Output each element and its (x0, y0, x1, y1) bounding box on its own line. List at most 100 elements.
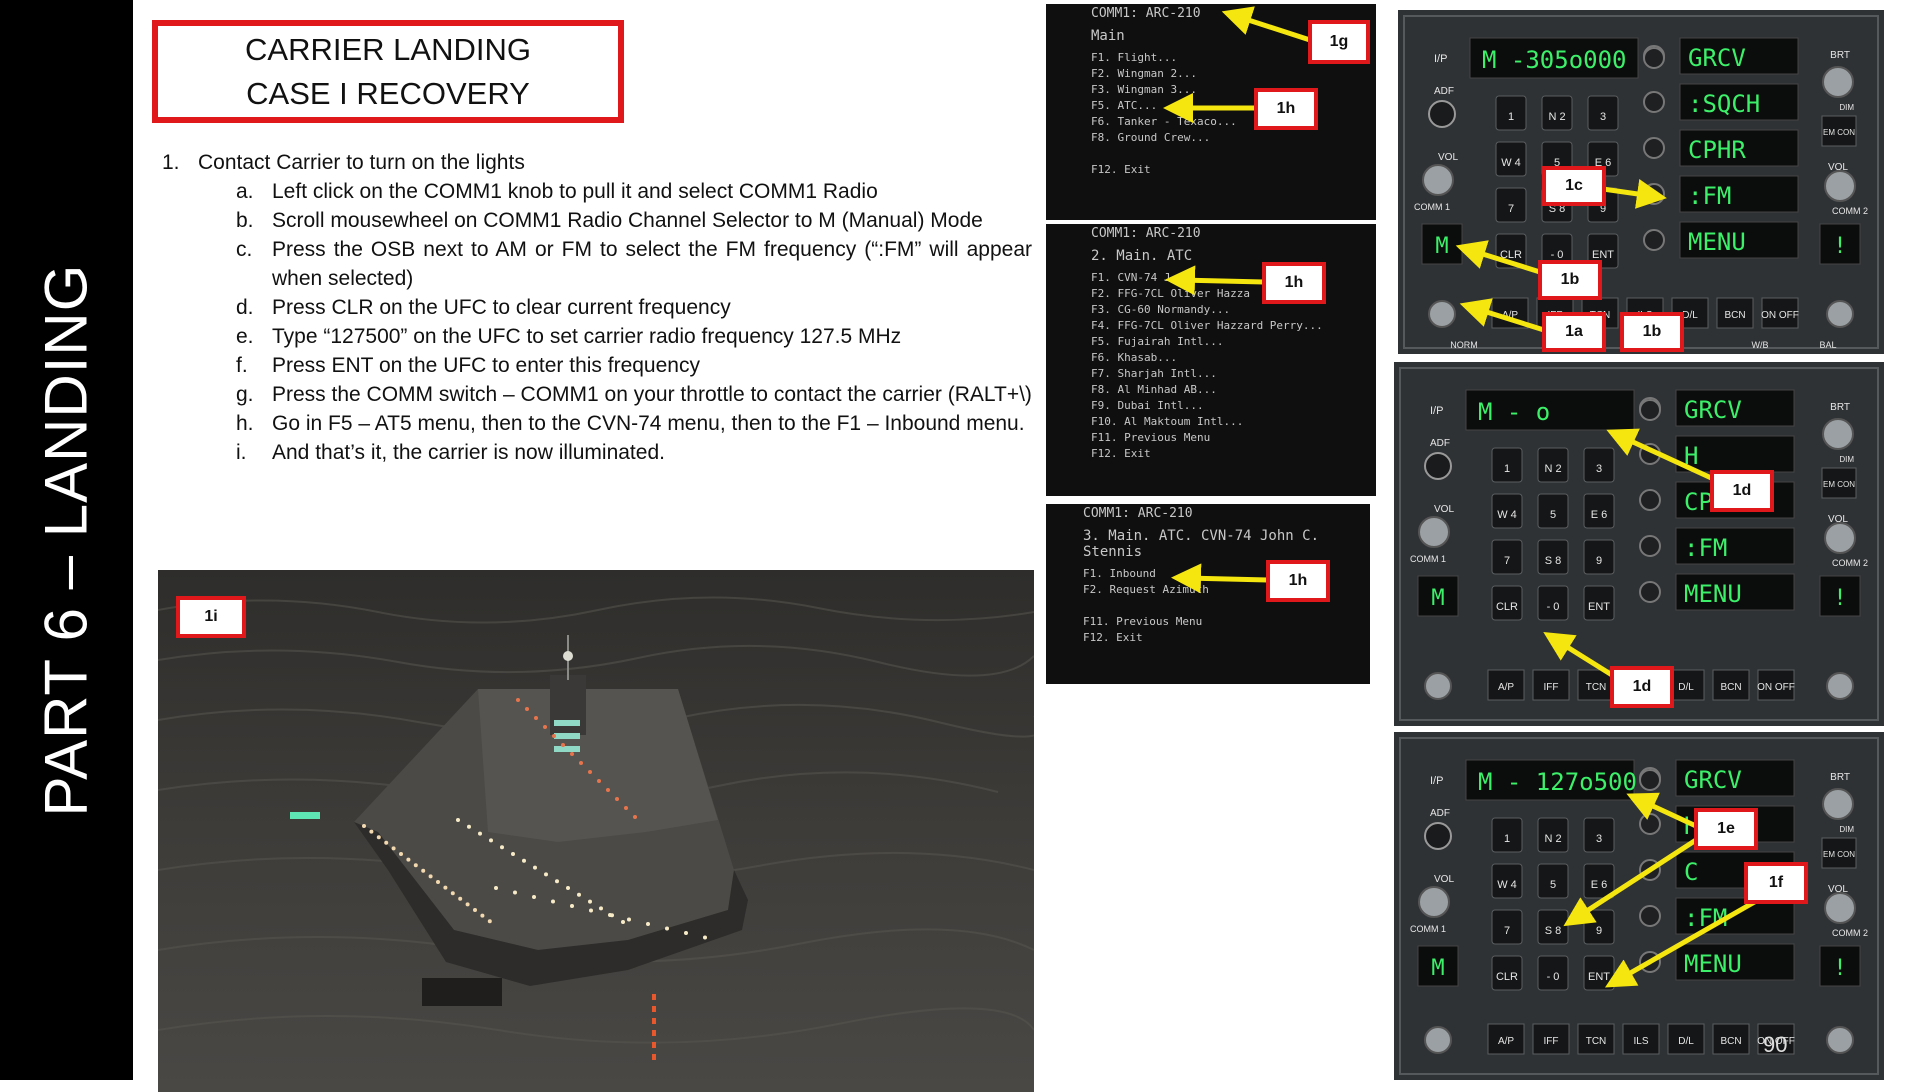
comm2-channel-text: ! (1833, 234, 1846, 259)
option-select-button[interactable] (1639, 859, 1661, 881)
keypad-key-label: 1 (1504, 833, 1510, 845)
option-select-button[interactable] (1639, 581, 1661, 603)
option-select-button[interactable] (1643, 229, 1665, 251)
substep-list: a. Left click on the COMM1 knob to pull i… (236, 177, 1032, 467)
option-select-button[interactable] (1639, 489, 1661, 511)
substep-letter: d. (236, 296, 254, 319)
keypad-key-label: - 0 (1547, 601, 1560, 613)
keypad-key-label: CLR (1500, 249, 1522, 261)
brightness-knob[interactable] (1822, 418, 1854, 450)
option-select-button[interactable] (1643, 183, 1665, 205)
title-line-1: CARRIER LANDING (245, 31, 531, 67)
callout-1f: 1f (1744, 862, 1808, 904)
option-select-button[interactable] (1639, 951, 1661, 973)
callout-1h-main: 1h (1254, 88, 1318, 130)
comm-menu-items: F1. CVN-74 J F2. FFG-7CL Oliver Hazza F3. … (1091, 270, 1376, 462)
comm1-label: COMM 1 (1410, 924, 1446, 934)
option-select-button[interactable] (1639, 905, 1661, 927)
deck-light-edge (413, 863, 418, 868)
comm2-channel-knob[interactable] (1826, 300, 1854, 328)
deck-light-red (588, 770, 592, 774)
substep-5: f. Press ENT on the UFC to enter this fre… (236, 351, 1032, 380)
substep-text: Scroll mousewheel on COMM1 Radio Channel… (272, 209, 983, 232)
title-line-2: CASE I RECOVERY (246, 75, 530, 111)
ip-label: I/P (1434, 53, 1447, 65)
comm1-channel-knob[interactable] (1424, 1026, 1452, 1054)
comm2-label: COMM 2 (1832, 558, 1868, 568)
deck-light-stern (627, 917, 631, 922)
callout-1b-left: 1b (1538, 260, 1602, 300)
ip-label: I/P (1430, 405, 1443, 417)
deck-light-stern (513, 890, 517, 895)
deck-light-edge (458, 896, 463, 901)
option-text-2: C (1684, 858, 1698, 886)
keypad-key-label: E 6 (1591, 509, 1608, 521)
function-button-label: BCN (1720, 1036, 1741, 1047)
scratchpad-text: M - 127o500 (1478, 768, 1637, 796)
deck-light-stern (570, 904, 574, 908)
deck-light-centerline (599, 906, 603, 911)
deck-light-stern (665, 926, 669, 931)
ufc-panel-3-svg: M - 127o500 GRCVHC:FMMENU1 N 2 3W 45E 67 S 8… (1394, 732, 1884, 1080)
option-select-button[interactable] (1639, 813, 1661, 835)
adf-switch[interactable] (1428, 100, 1456, 128)
step-number: 1. (162, 151, 180, 174)
comm2-channel-knob[interactable] (1826, 672, 1854, 700)
keypad-key-label: CLR (1496, 601, 1518, 613)
option-select-button[interactable] (1639, 535, 1661, 557)
deck-light-edge (406, 857, 411, 862)
comm-menu-item: F2. FFG-7CL Oliver Hazza (1091, 287, 1250, 300)
option-text-3: :FM (1684, 534, 1727, 562)
comm1-channel-knob[interactable] (1424, 672, 1452, 700)
comm-menu-item: F7. Sharjah Intl... (1091, 367, 1217, 380)
keypad-key-label: - 0 (1547, 971, 1560, 983)
deck-light-edge (436, 880, 440, 884)
deck-light-stern (532, 895, 536, 899)
comm1-volume-knob[interactable] (1418, 516, 1450, 548)
emcon-label: EM CON (1823, 480, 1855, 489)
adf-switch[interactable] (1424, 452, 1452, 480)
comm-menu-item: F4. FFG-7CL Oliver Hazzard Perry... (1091, 319, 1323, 332)
ip-button[interactable] (1639, 399, 1661, 421)
ip-button[interactable] (1639, 769, 1661, 791)
callout-1a: 1a (1542, 312, 1606, 352)
option-select-button[interactable] (1639, 443, 1661, 465)
callout-1i: 1i (176, 596, 246, 638)
keypad-key-label: S 8 (1545, 925, 1562, 937)
callout-1c: 1c (1542, 166, 1606, 206)
adf-switch[interactable] (1424, 822, 1452, 850)
function-button-label: TCN (1586, 682, 1607, 693)
comm-menu-header: COMM1: ARC-210 (1091, 226, 1201, 241)
comm1-channel-knob[interactable] (1428, 300, 1456, 328)
substep-4: e. Type “127500” on the UFC to set carrie… (236, 322, 1032, 351)
function-button-label: IFF (1544, 1036, 1559, 1047)
dim-label: DIM (1839, 103, 1854, 112)
keypad-key-label: W 4 (1501, 157, 1521, 169)
function-button-label: A/P (1498, 1036, 1514, 1047)
option-select-button[interactable] (1643, 137, 1665, 159)
brightness-knob[interactable] (1822, 66, 1854, 98)
comm2-volume-knob[interactable] (1824, 892, 1856, 924)
substep-6: g. Press the COMM switch – COMM1 on your … (236, 380, 1032, 409)
ufc-panel-3: M - 127o500 GRCV H C:FM MENU 1 N 23W 45E 67S 8… (1394, 732, 1884, 1080)
option-select-button[interactable] (1643, 91, 1665, 113)
comm1-volume-knob[interactable] (1422, 164, 1454, 196)
callout-1d-top: 1d (1710, 470, 1774, 512)
function-button-label: A/P (1502, 310, 1518, 321)
comm2-volume-knob[interactable] (1824, 170, 1856, 202)
ip-button[interactable] (1643, 47, 1665, 69)
keypad-key-label: ENT (1588, 971, 1610, 983)
substep-letter: h. (236, 412, 254, 435)
dim-label: DIM (1839, 825, 1854, 834)
deck-light-red (606, 788, 610, 792)
brightness-knob[interactable] (1822, 788, 1854, 820)
deck-light-stern (589, 908, 593, 913)
comm1-channel-text: M (1431, 586, 1444, 611)
comm2-volume-knob[interactable] (1824, 522, 1856, 554)
comm2-channel-knob[interactable] (1826, 1026, 1854, 1054)
comm-menu-item: F8. Al Minhad AB... (1091, 383, 1217, 396)
bal-label: BAL (1819, 340, 1836, 350)
comm1-volume-knob[interactable] (1418, 886, 1450, 918)
keypad-key-label: 5 (1550, 879, 1556, 891)
function-button-label: IFF (1544, 682, 1559, 693)
